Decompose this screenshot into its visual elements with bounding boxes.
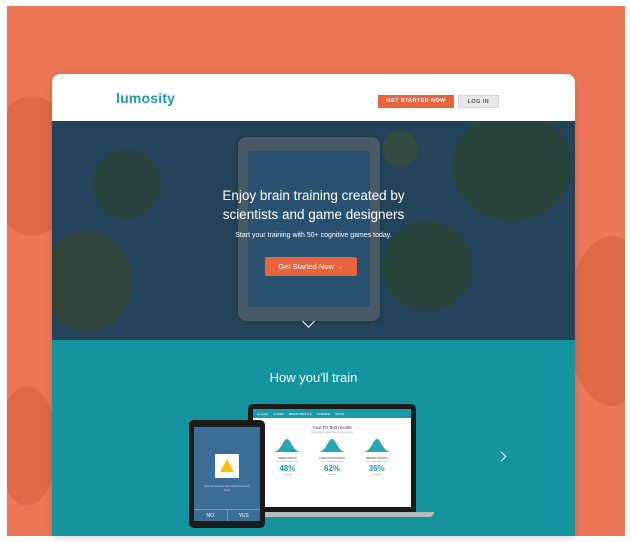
section-title: How you'll train	[269, 370, 358, 385]
lumosity-logo[interactable]: lumosity	[116, 90, 175, 106]
get-started-button[interactable]: GET STARTED NOW	[378, 95, 454, 108]
tablet-game-image: Does the previous card match the current…	[189, 420, 265, 528]
bell-curve-icon	[317, 439, 346, 452]
game-prompt: Does the previous card match the current…	[204, 485, 250, 492]
hero-subtitle: Start your training with 50+ cognitive g…	[235, 232, 392, 239]
chevron-right-icon[interactable]	[496, 451, 507, 462]
login-button[interactable]: LOG IN	[457, 95, 499, 108]
how-you-train-section: How you'll train lumosity GAMES BRAIN PR…	[52, 340, 575, 536]
results-list: SPEED MATCH You scored higher than 48% o…	[253, 438, 411, 476]
hero-get-started-button[interactable]: Get Started Now →	[265, 257, 357, 276]
result-card: TRAIN OF THOUGHT You scored higher than …	[317, 438, 346, 476]
laptop-nav-bar: lumosity GAMES BRAIN PROFILE SCIENCE STA…	[253, 409, 411, 418]
result-card: SPEED MATCH You scored higher than 48% o…	[273, 438, 302, 476]
top-navigation: lumosity GET STARTED NOW LOG IN	[52, 74, 575, 121]
no-button[interactable]: NO	[194, 509, 227, 521]
background-leaf	[7, 386, 57, 506]
laptop-image: lumosity GAMES BRAIN PROFILE SCIENCE STA…	[248, 404, 416, 512]
hero-section: Enjoy brain training created by scientis…	[52, 121, 575, 340]
results-heading: Your Fit Test results	[312, 425, 352, 430]
landing-page-card: lumosity GET STARTED NOW LOG IN Enjoy br…	[52, 74, 575, 536]
background-leaf	[567, 236, 625, 406]
result-card: MEMORY MATRIX You scored higher than 36%…	[362, 438, 391, 476]
triangle-icon	[220, 459, 234, 472]
game-card	[215, 454, 239, 478]
bell-curve-icon	[362, 439, 391, 452]
answer-buttons: NO YES	[194, 509, 260, 521]
yes-button[interactable]: YES	[226, 509, 260, 521]
bell-curve-icon	[273, 439, 302, 452]
hero-title: Enjoy brain training created by scientis…	[222, 188, 405, 222]
nav-buttons: GET STARTED NOW LOG IN	[378, 95, 499, 108]
results-subheading: Compared to others in your age group	[310, 431, 354, 434]
